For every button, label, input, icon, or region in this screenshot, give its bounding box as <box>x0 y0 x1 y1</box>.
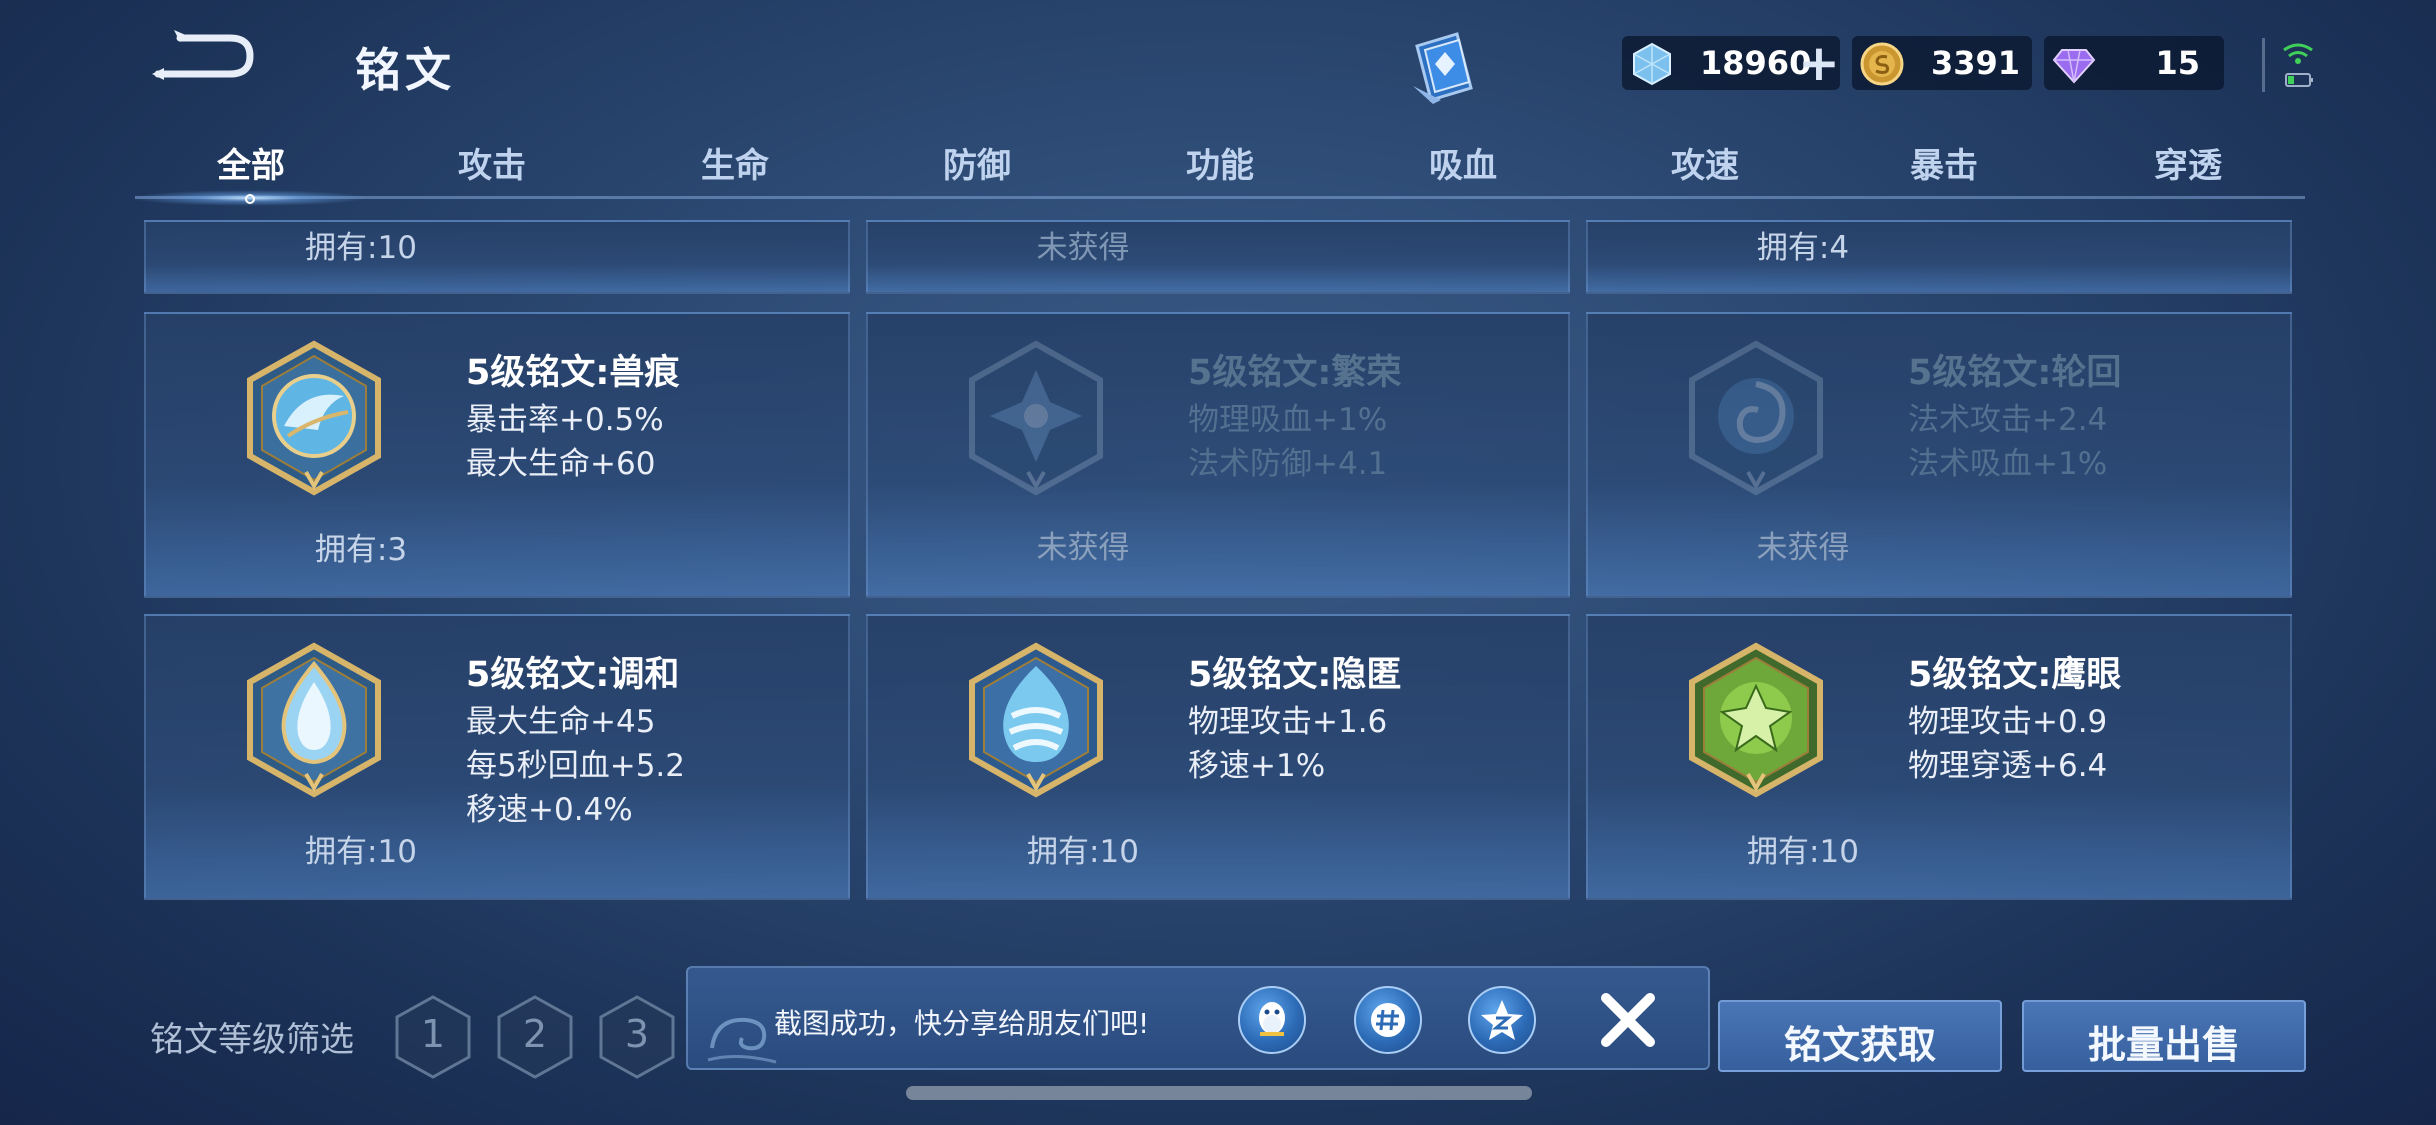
add-coupon-button[interactable]: + <box>1798 38 1840 88</box>
rune-stats: 物理吸血+1% 法术防御+4.1 <box>1188 398 1387 486</box>
share-qzone-button[interactable] <box>1468 986 1536 1054</box>
wifi-battery-icon <box>2280 38 2316 90</box>
rune-title: 5级铭文:调和 <box>466 655 680 695</box>
stealth-icon <box>969 642 1103 798</box>
status-divider <box>2262 38 2265 92</box>
rune-stats: 暴击率+0.5% 最大生命+60 <box>466 398 664 486</box>
rune-stat: 物理吸血+1% <box>1188 402 1388 438</box>
rune-stat: 最大生命+60 <box>466 446 656 482</box>
rune-card-partial[interactable]: 未获得 <box>866 220 1570 294</box>
rune-title: 5级铭文:兽痕 <box>466 353 680 393</box>
back-arrow-icon <box>152 30 254 80</box>
owned-count: 拥有:10 <box>305 230 417 266</box>
rune-stat: 移速+0.4% <box>466 792 633 828</box>
home-indicator[interactable] <box>906 1086 1532 1100</box>
eagle-eye-icon <box>1689 642 1823 798</box>
level-filter-1[interactable]: 1 <box>394 994 472 1080</box>
owned-count: 未获得 <box>1036 230 1130 266</box>
level-filter-3[interactable]: 3 <box>598 994 676 1080</box>
owned-count: 拥有:10 <box>1027 834 1139 870</box>
owned-count: 拥有:4 <box>1756 230 1850 266</box>
rune-card[interactable]: 未获得 5级铭文:繁荣 物理吸血+1% 法术防御+4.1 <box>866 312 1570 598</box>
rune-card[interactable]: 未获得 5级铭文:轮回 法术攻击+2.4 法术吸血+1% <box>1586 312 2292 598</box>
page-title: 铭文 <box>355 43 455 97</box>
rune-card[interactable]: 拥有:10 5级铭文:鹰眼 物理攻击+0.9 物理穿透+6.4 <box>1586 614 2292 900</box>
rune-stats: 最大生命+45 每5秒回血+5.2 移速+0.4% <box>466 700 685 832</box>
bulk-sell-button[interactable]: 批量出售 <box>2022 1000 2306 1072</box>
rune-card[interactable]: 拥有:10 5级铭文:隐匿 物理攻击+1.6 移速+1% <box>866 614 1570 900</box>
share-qq-button[interactable] <box>1238 986 1306 1054</box>
rune-card[interactable]: 拥有:10 5级铭文:调和 最大生命+45 每5秒回血+5.2 移速+0.4% <box>144 614 850 900</box>
gold-value: 3391 <box>1930 44 2020 82</box>
share-topic-button[interactable] <box>1354 986 1422 1054</box>
rune-card[interactable]: 拥有:3 5级铭文:兽痕 暴击率+0.5% 最大生命+60 <box>144 312 850 598</box>
reincarnation-icon <box>1689 340 1823 496</box>
tab-health[interactable]: 生命 <box>655 138 815 187</box>
rune-stat: 暴击率+0.5% <box>466 402 664 438</box>
tab-underline <box>135 196 2305 199</box>
rune-title: 5级铭文:隐匿 <box>1188 655 1402 695</box>
rune-stat: 法术防御+4.1 <box>1188 446 1388 482</box>
gold-currency: 3391 <box>1852 36 2032 90</box>
tab-all[interactable]: 全部 <box>171 138 331 187</box>
level-filter-2[interactable]: 2 <box>496 994 574 1080</box>
rune-stat: 法术攻击+2.4 <box>1908 402 2108 438</box>
gem-value: 15 <box>2155 44 2200 82</box>
rune-stats: 物理攻击+1.6 移速+1% <box>1188 700 1387 788</box>
rune-stat: 每5秒回血+5.2 <box>466 748 685 784</box>
tab-lifesteal[interactable]: 吸血 <box>1383 138 1543 187</box>
beast-mark-icon <box>247 340 381 496</box>
rune-stat: 移速+1% <box>1188 748 1326 784</box>
bulk-sell-label: 批量出售 <box>2087 1023 2240 1067</box>
rune-stat: 最大生命+45 <box>466 704 656 740</box>
share-message: 截图成功，快分享给朋友们吧! <box>774 1007 1150 1040</box>
coupon-currency: 18960 + <box>1622 36 1840 90</box>
rune-stats: 物理攻击+0.9 物理穿透+6.4 <box>1908 700 2107 788</box>
screenshot-share-bar: 截图成功，快分享给朋友们吧! <box>686 966 1710 1070</box>
gem-currency: 15 <box>2044 36 2224 90</box>
prosperity-icon <box>969 340 1103 496</box>
diamond-icon <box>2052 49 2096 84</box>
rune-title: 5级铭文:繁荣 <box>1188 353 1402 393</box>
back-button[interactable] <box>150 28 260 88</box>
harmony-icon <box>247 642 381 798</box>
level-filter-number: 3 <box>624 1012 650 1056</box>
active-tab-indicator-icon <box>245 194 255 204</box>
rune-stat: 法术吸血+1% <box>1908 446 2108 482</box>
rune-stat: 物理穿透+6.4 <box>1908 748 2108 784</box>
rune-stat: 物理攻击+0.9 <box>1908 704 2108 740</box>
rune-card-partial[interactable]: 拥有:10 <box>144 220 850 294</box>
tab-utility[interactable]: 功能 <box>1140 138 1300 187</box>
rune-title: 5级铭文:鹰眼 <box>1908 655 2122 695</box>
qq-penguin-icon <box>1259 1002 1285 1036</box>
tab-penetration[interactable]: 穿透 <box>2108 138 2268 187</box>
coupon-value: 18960 <box>1700 44 1812 82</box>
close-icon <box>1601 993 1655 1047</box>
tab-critical[interactable]: 暴击 <box>1864 138 2024 187</box>
owned-count: 拥有:10 <box>305 834 417 870</box>
rune-card-partial[interactable]: 拥有:4 <box>1586 220 2292 294</box>
obtain-rune-label: 铭文获取 <box>1783 1023 1936 1067</box>
level-filter-label: 铭文等级筛选 <box>150 1020 354 1060</box>
tab-attack-speed[interactable]: 攻速 <box>1625 138 1785 187</box>
level-filter-number: 2 <box>522 1012 548 1056</box>
gold-coin-icon <box>1860 42 1904 86</box>
obtain-rune-button[interactable]: 铭文获取 <box>1718 1000 2002 1072</box>
rune-title: 5级铭文:轮回 <box>1908 353 2122 393</box>
owned-count: 拥有:3 <box>314 532 408 568</box>
level-filter-number: 1 <box>420 1012 446 1056</box>
hashtag-icon <box>1371 1003 1405 1037</box>
coupon-crystal-icon <box>1633 42 1671 86</box>
close-share-button[interactable] <box>1594 986 1662 1054</box>
rune-stats: 法术攻击+2.4 法术吸血+1% <box>1908 398 2107 486</box>
owned-count: 未获得 <box>1036 530 1130 566</box>
tab-attack[interactable]: 攻击 <box>412 138 572 187</box>
owned-count: 未获得 <box>1756 530 1850 566</box>
inscription-book-icon[interactable] <box>1405 28 1485 106</box>
owned-count: 拥有:10 <box>1747 834 1859 870</box>
rune-stat: 物理攻击+1.6 <box>1188 704 1388 740</box>
tab-defense[interactable]: 防御 <box>897 138 1057 187</box>
qzone-star-icon <box>1481 1000 1523 1040</box>
